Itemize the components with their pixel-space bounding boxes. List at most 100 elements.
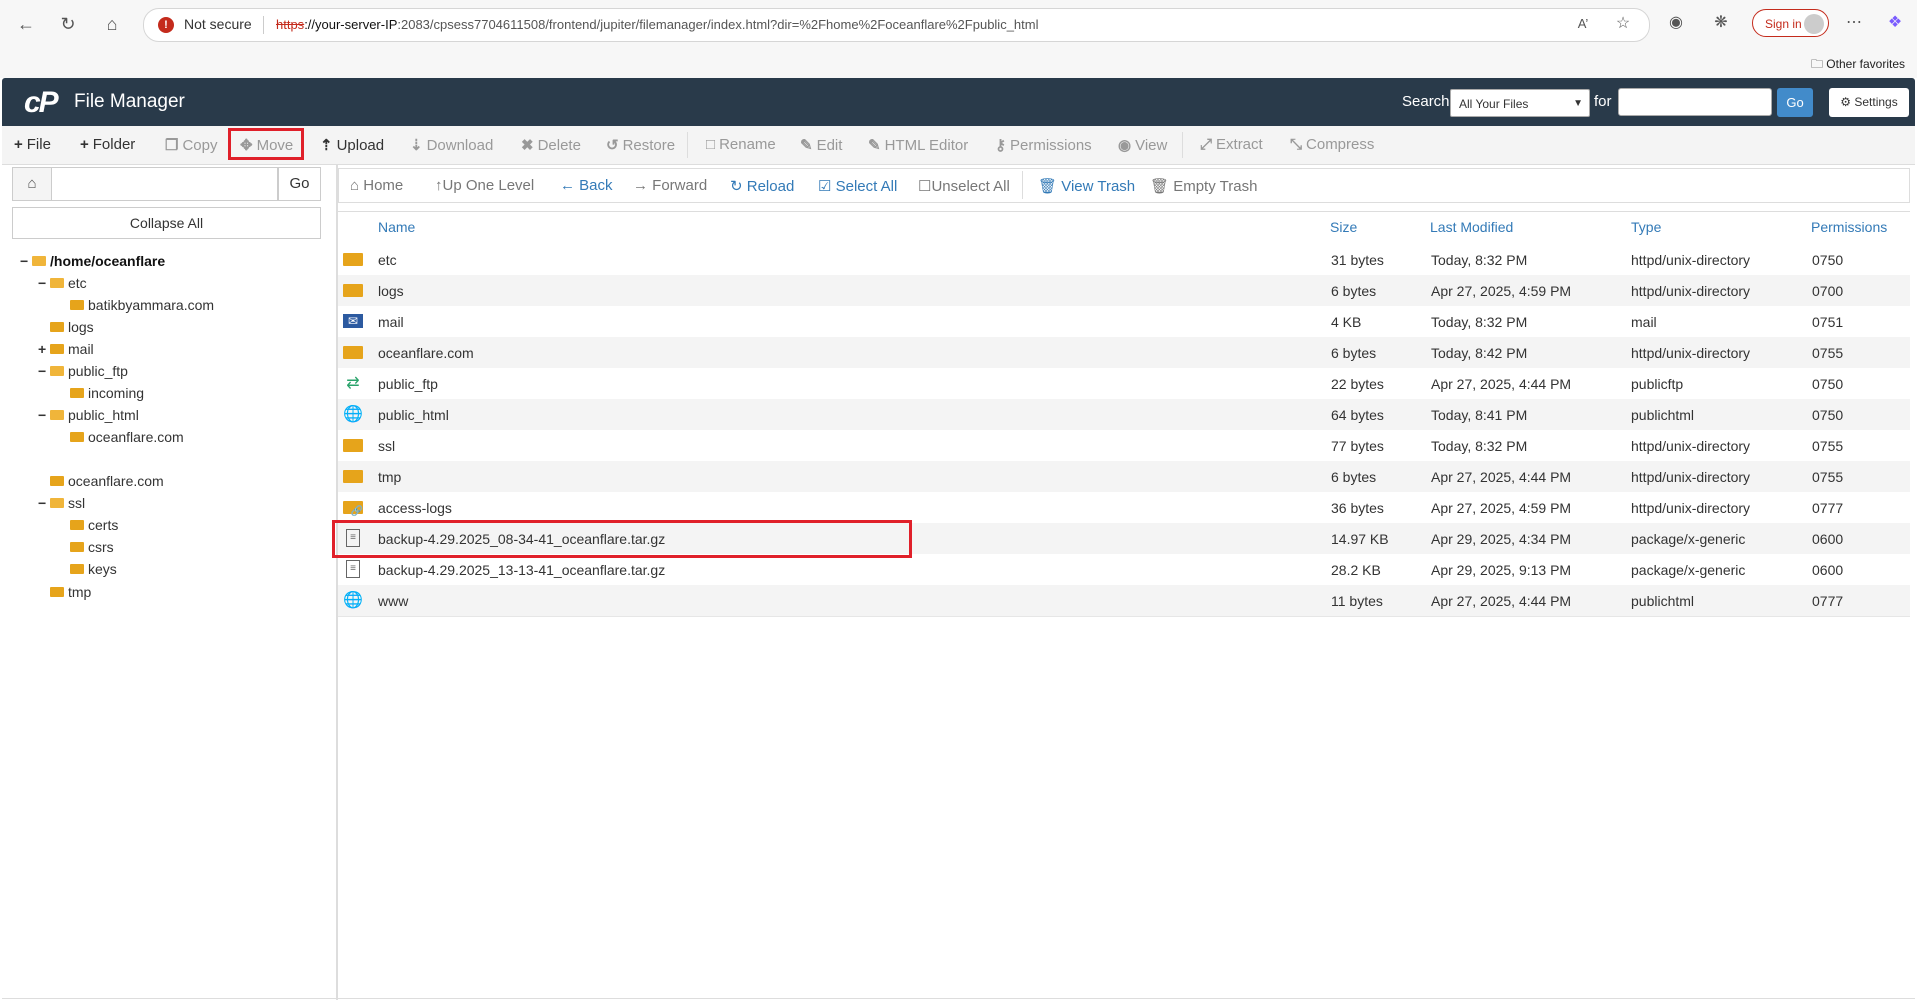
- tree-toggle[interactable]: −: [38, 405, 50, 425]
- copy-button[interactable]: ❐ Copy: [165, 136, 217, 154]
- search-input[interactable]: [1618, 88, 1772, 116]
- favorite-star-icon[interactable]: ☆: [1612, 13, 1634, 35]
- back-arrow-icon[interactable]: ←: [14, 12, 38, 36]
- tree-item[interactable]: − ssl: [38, 493, 85, 513]
- permissions-button[interactable]: ⚷ Permissions: [995, 136, 1092, 154]
- arrow-left-icon: ←: [560, 177, 575, 194]
- file-type: publichtml: [1631, 593, 1695, 609]
- file-name[interactable]: ssl: [378, 438, 395, 454]
- tree-toggle[interactable]: −: [20, 251, 32, 271]
- file-name[interactable]: logs: [378, 283, 404, 299]
- search-go-button[interactable]: Go: [1777, 88, 1813, 117]
- address-bar[interactable]: ! Not secure https://your-server-IP:2083…: [143, 8, 1650, 42]
- settings-button[interactable]: ⚙ Settings: [1829, 88, 1909, 117]
- copilot-icon[interactable]: ❖: [1884, 12, 1906, 34]
- file-modified: Apr 29, 2025, 9:13 PM: [1431, 562, 1572, 578]
- file-name[interactable]: oceanflare.com: [378, 345, 474, 361]
- file-name[interactable]: public_ftp: [378, 376, 438, 392]
- other-favorites[interactable]: 🗀 Other favorites: [1811, 55, 1905, 76]
- rename-button[interactable]: □ Rename: [706, 136, 776, 153]
- tree-item[interactable]: keys: [70, 559, 117, 579]
- tree-item[interactable]: incoming: [70, 383, 144, 403]
- tree-item[interactable]: − etc: [38, 273, 87, 293]
- path-input[interactable]: [52, 167, 278, 201]
- forward-button[interactable]: → Forward: [633, 177, 707, 194]
- html-editor-button[interactable]: ✎ HTML Editor: [868, 136, 968, 154]
- sign-in-label: Sign in: [1765, 17, 1802, 31]
- tree-item[interactable]: + mail: [38, 339, 94, 359]
- screenshot-icon[interactable]: ◉: [1665, 12, 1687, 34]
- file-name[interactable]: www: [378, 593, 408, 609]
- tree-item-label: logs: [68, 319, 94, 335]
- file-name[interactable]: access-logs: [378, 500, 452, 516]
- tree-toggle[interactable]: −: [38, 493, 50, 513]
- tree-item[interactable]: csrs: [70, 537, 114, 557]
- tree-item[interactable]: − /home/oceanflare: [20, 251, 165, 271]
- tree-item[interactable]: batikbyammara.com: [70, 295, 214, 315]
- url-path: :2083/cpsess7704611508/frontend/jupiter/…: [397, 17, 1039, 32]
- read-aloud-icon[interactable]: A’: [1572, 13, 1594, 35]
- not-secure-label[interactable]: Not secure: [184, 16, 252, 32]
- new-file-button[interactable]: + File: [14, 136, 51, 153]
- view-button[interactable]: ◉ View: [1118, 136, 1167, 154]
- tree-item[interactable]: oceanflare.com: [50, 471, 164, 491]
- select-all-button[interactable]: ☑ Select All: [818, 177, 897, 195]
- column-permissions[interactable]: Permissions: [1811, 219, 1887, 235]
- compress-button[interactable]: ⤡ Compress: [1290, 136, 1374, 153]
- unselect-all-button[interactable]: ☐Unselect All: [918, 177, 1010, 195]
- column-type[interactable]: Type: [1631, 219, 1661, 235]
- tree-item[interactable]: oceanflare.com: [70, 427, 184, 447]
- home-icon[interactable]: ⌂: [100, 12, 124, 36]
- restore-button[interactable]: ↺ Restore: [606, 136, 675, 154]
- empty-trash-button[interactable]: 🗑 Empty Trash: [1150, 177, 1257, 195]
- column-name[interactable]: Name: [378, 219, 415, 235]
- tree-toggle[interactable]: +: [38, 339, 50, 359]
- tree-item[interactable]: − public_html: [38, 405, 139, 425]
- url-text[interactable]: https://your-server-IP:2083/cpsess770461…: [276, 17, 1039, 32]
- tree-toggle[interactable]: −: [38, 361, 50, 381]
- home-nav-button[interactable]: ⌂ Home: [350, 177, 403, 194]
- reload-icon: ↻: [730, 178, 743, 195]
- file-type: publichtml: [1631, 407, 1695, 423]
- extract-button[interactable]: ⤢ Extract: [1200, 136, 1263, 153]
- file-name[interactable]: etc: [378, 252, 397, 268]
- upload-label: Upload: [336, 137, 385, 154]
- tree-item[interactable]: tmp: [50, 582, 91, 602]
- empty-trash-label: Empty Trash: [1173, 178, 1258, 195]
- file-name[interactable]: mail: [378, 314, 404, 330]
- file-permissions: 0751: [1812, 314, 1844, 330]
- globe-link-icon: 🌐: [343, 592, 363, 609]
- extensions-icon[interactable]: ❋: [1710, 12, 1732, 34]
- file-size: 11 bytes: [1331, 593, 1383, 609]
- column-last-modified[interactable]: Last Modified: [1430, 219, 1513, 235]
- table-row[interactable]: [338, 306, 1910, 338]
- up-one-level-button[interactable]: ↑Up One Level: [435, 177, 534, 194]
- tree-item[interactable]: − public_ftp: [38, 361, 128, 381]
- reload-button[interactable]: ↻ Reload: [730, 177, 794, 195]
- tree-item[interactable]: logs: [50, 317, 94, 337]
- path-go-button[interactable]: Go: [278, 167, 321, 201]
- more-menu-icon[interactable]: ⋯: [1843, 12, 1865, 34]
- file-type: httpd/unix-directory: [1631, 252, 1751, 268]
- search-scope-select[interactable]: All Your Files ▼: [1450, 89, 1590, 117]
- view-trash-button[interactable]: 🗑 View Trash: [1038, 177, 1135, 195]
- edit-button[interactable]: ✎ Edit: [800, 136, 842, 154]
- delete-label: Delete: [537, 137, 581, 154]
- refresh-icon[interactable]: ↻: [56, 12, 80, 36]
- column-size[interactable]: Size: [1330, 219, 1357, 235]
- new-folder-button[interactable]: + Folder: [80, 136, 135, 153]
- download-button[interactable]: ⇣ Download: [410, 136, 493, 154]
- tree-toggle[interactable]: −: [38, 273, 50, 293]
- home-icon[interactable]: ⌂: [12, 167, 52, 201]
- file-name[interactable]: public_html: [378, 407, 449, 423]
- file-modified: Apr 27, 2025, 4:44 PM: [1431, 376, 1572, 392]
- tree-item[interactable]: certs: [70, 515, 118, 535]
- upload-button[interactable]: ⇡ Upload: [320, 136, 384, 154]
- file-name[interactable]: tmp: [378, 469, 401, 485]
- collapse-all-button[interactable]: Collapse All: [12, 207, 321, 239]
- sign-in-button[interactable]: Sign in: [1752, 9, 1829, 37]
- url-scheme: https: [276, 17, 305, 32]
- file-name[interactable]: backup-4.29.2025_13-13-41_oceanflare.tar…: [378, 562, 665, 578]
- back-button[interactable]: ← Back: [560, 177, 613, 194]
- delete-button[interactable]: ✖ Delete: [521, 136, 581, 154]
